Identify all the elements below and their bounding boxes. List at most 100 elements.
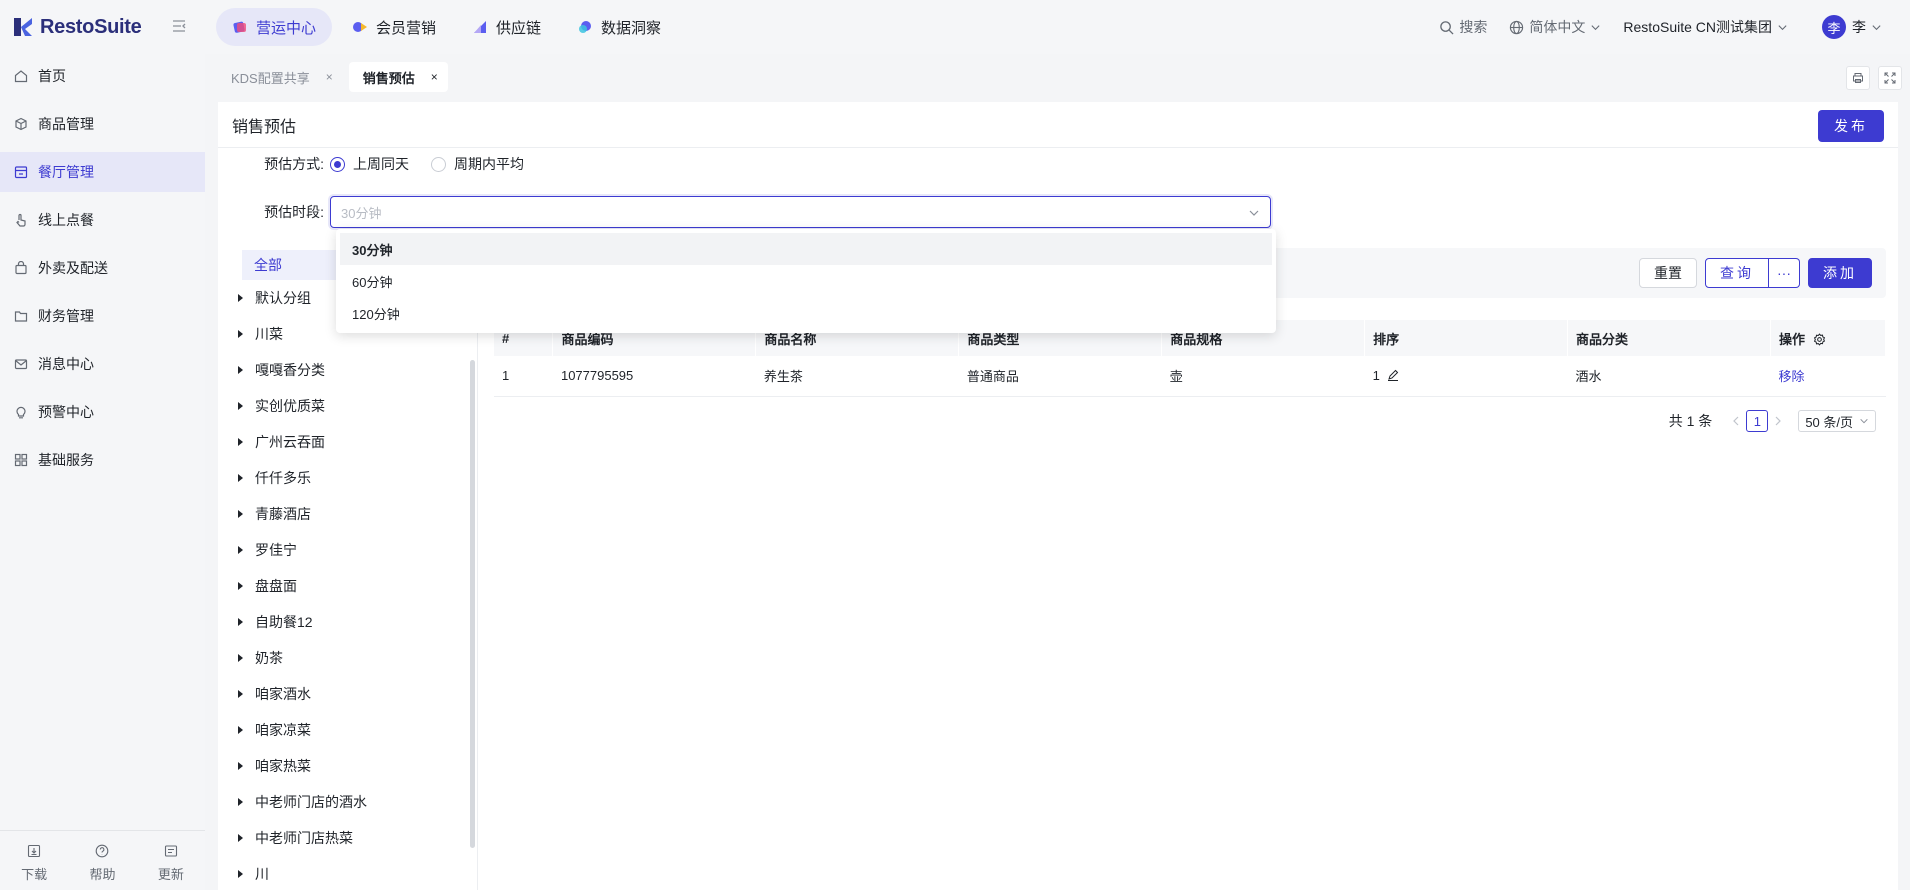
caret-right-icon[interactable] [238,654,243,662]
sidebar-item-alerts[interactable]: 预警中心 [0,392,205,432]
caret-right-icon[interactable] [238,510,243,518]
tree-item-label: 川菜 [255,326,283,342]
mail-icon [14,359,28,370]
prev-page-icon[interactable] [1730,415,1742,427]
collapse-menu-icon[interactable] [171,18,187,34]
tree-item[interactable]: 实创优质菜 [232,388,477,424]
tree-item[interactable]: 川 [232,856,477,890]
tree-item[interactable]: 罗佳宁 [232,532,477,568]
lightbulb-icon [16,406,26,419]
sidebar-item-online-order[interactable]: 线上点餐 [0,200,205,240]
tree-item[interactable]: 中老师门店的酒水 [232,784,477,820]
ops-center-icon [233,21,246,33]
page-tabs: KDS配置共享 × 销售预估 × [205,54,1910,100]
cell-type: 普通商品 [958,356,1162,397]
topnav-data-insight[interactable]: 数据洞察 [561,8,677,46]
publish-button[interactable]: 发布 [1818,110,1884,142]
caret-right-icon[interactable] [238,366,243,374]
tree-item[interactable]: 奶茶 [232,640,477,676]
download-label: 下载 [21,867,48,882]
fullscreen-button[interactable] [1878,66,1902,90]
tree-item[interactable]: 嘎嘎香分类 [232,352,477,388]
tree-item[interactable]: 中老师门店热菜 [232,820,477,856]
help-button[interactable]: 帮助 [89,844,116,883]
caret-right-icon[interactable] [238,438,243,446]
download-button[interactable]: 下载 [21,844,47,883]
caret-right-icon[interactable] [238,834,243,842]
tree-item[interactable]: 盘盘面 [232,568,477,604]
print-button[interactable] [1846,66,1870,90]
sidebar-item-basic-services[interactable]: 基础服务 [0,440,205,480]
tree-item[interactable]: 自助餐12 [232,604,477,640]
topnav-member-marketing[interactable]: 会员营销 [336,8,452,46]
topnav-supply-chain[interactable]: 供应链 [456,8,557,46]
close-icon[interactable]: × [326,70,333,84]
caret-right-icon[interactable] [238,798,243,806]
tree-item[interactable]: 广州云吞面 [232,424,477,460]
caret-right-icon[interactable] [238,402,243,410]
tab-sales-forecast[interactable]: 销售预估 × [348,62,448,92]
caret-right-icon[interactable] [238,762,243,770]
sidebar-item-delivery[interactable]: 外卖及配送 [0,248,205,288]
forecast-period-label: 预估时段: [264,204,324,220]
store-icon [14,166,28,179]
caret-right-icon[interactable] [238,474,243,482]
supply-chain-icon [474,21,487,33]
gear-icon[interactable] [1813,332,1826,346]
topnav-ops-center[interactable]: 营运中心 [216,8,333,46]
printer-icon [1853,73,1863,83]
radio-last-week-same-day[interactable]: 上周同天 [330,154,409,174]
folder-icon [14,311,28,322]
sidebar-item-messages[interactable]: 消息中心 [0,344,205,384]
add-button[interactable]: 添加 [1808,258,1872,288]
more-options-button[interactable]: ··· [1769,258,1800,288]
update-button[interactable]: 更新 [158,844,184,883]
caret-right-icon[interactable] [238,690,243,698]
user-menu[interactable]: 李 李 [1822,15,1882,39]
tree-item-label: 中老师门店热菜 [255,830,353,846]
next-page-icon[interactable] [1772,415,1784,427]
dropdown-option-30min[interactable]: 30分钟 [340,233,1272,265]
language-selector[interactable]: 简体中文 [1509,17,1601,37]
search-label: 搜索 [1459,19,1488,35]
caret-right-icon[interactable] [238,294,243,302]
caret-right-icon[interactable] [238,582,243,590]
radio-label: 上周同天 [353,156,409,172]
sidebar-item-products[interactable]: 商品管理 [0,104,205,144]
tree-item[interactable]: 青藤酒店 [232,496,477,532]
caret-right-icon[interactable] [238,546,243,554]
forecast-period-select[interactable]: 30分钟 [330,196,1271,228]
tree-scrollbar[interactable] [470,360,475,848]
hand-pointer-icon [16,213,26,227]
radio-period-average[interactable]: 周期内平均 [431,154,524,174]
query-button[interactable]: 查询 [1705,258,1769,288]
sidebar-item-label: 首页 [38,68,66,84]
company-selector[interactable]: RestoSuite CN测试集团 [1623,17,1788,37]
remove-link[interactable]: 移除 [1778,369,1804,384]
sidebar-item-finance[interactable]: 财务管理 [0,296,205,336]
edit-pencil-icon[interactable] [1387,369,1399,382]
page-size-select[interactable]: 50 条/页 [1798,410,1876,432]
caret-right-icon[interactable] [238,618,243,626]
sidebar-item-home[interactable]: 首页 [0,56,205,96]
page-size-label: 50 条/页 [1805,414,1853,430]
tab-kds-config[interactable]: KDS配置共享 × [217,62,343,92]
page-number-current[interactable]: 1 [1746,410,1769,432]
help-icon [96,844,109,858]
tree-item-label: 嘎嘎香分类 [255,362,325,378]
caret-right-icon[interactable] [238,870,243,878]
global-search[interactable]: 搜索 [1439,17,1487,37]
tree-item[interactable]: 咱家热菜 [232,748,477,784]
close-icon[interactable]: × [431,70,438,84]
tree-item[interactable]: 仟仟多乐 [232,460,477,496]
pagination: 共 1 条 1 50 条/页 [1669,410,1876,432]
tree-item[interactable]: 咱家凉菜 [232,712,477,748]
reset-button[interactable]: 重置 [1639,258,1697,288]
dropdown-option-60min[interactable]: 60分钟 [340,265,1272,297]
cell-sort: 1 [1364,356,1568,397]
sidebar-item-restaurant[interactable]: 餐厅管理 [0,152,205,192]
caret-right-icon[interactable] [238,330,243,338]
dropdown-option-120min[interactable]: 120分钟 [340,297,1272,329]
tree-item[interactable]: 咱家酒水 [232,676,477,712]
caret-right-icon[interactable] [238,726,243,734]
